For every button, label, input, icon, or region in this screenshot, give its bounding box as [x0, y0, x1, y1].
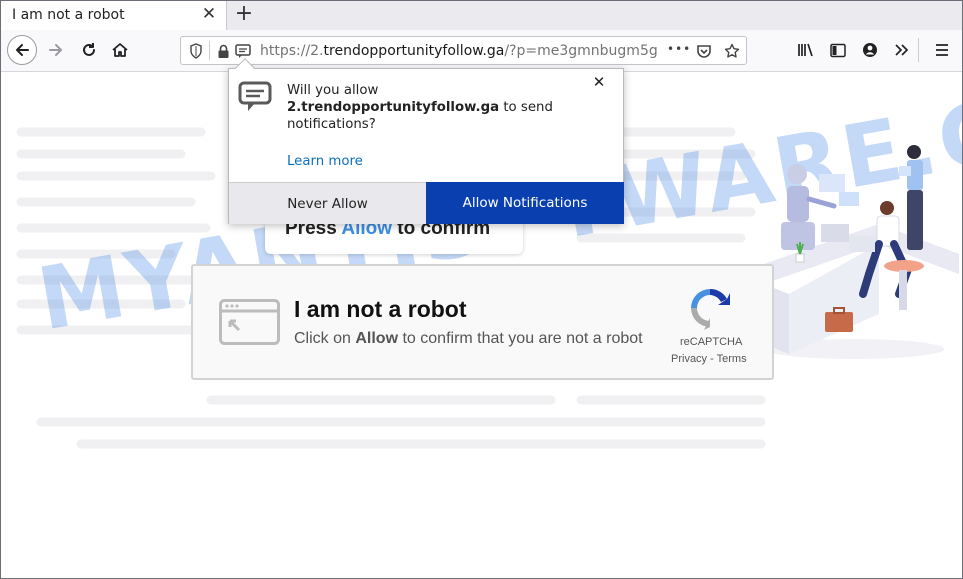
office-robot-illustration — [764, 145, 959, 359]
allow-notifications-button[interactable]: Allow Notifications — [426, 182, 624, 224]
account-button[interactable] — [855, 35, 885, 65]
lock-icon[interactable] — [215, 43, 231, 59]
url-domain: trendopportunityfollow.ga — [323, 43, 505, 59]
url-bar[interactable]: https://2.trendopportunityfollow.ga/?p=m… — [180, 36, 747, 65]
browser-window: I am not a robot ✕ + https://2.trendoppo… — [0, 0, 963, 579]
hamburger-menu-icon — [936, 44, 948, 56]
captcha-sub-post: to confirm that you are not a robot — [398, 330, 643, 347]
close-tab-icon[interactable]: ✕ — [200, 5, 218, 23]
captcha-subtitle: Click on Allow to confirm that you are n… — [294, 330, 643, 348]
url-text[interactable]: https://2.trendopportunityfollow.ga/?p=m… — [260, 43, 662, 59]
captcha-sub-pre: Click on — [294, 330, 356, 347]
bookmark-star-icon[interactable] — [724, 43, 740, 59]
new-tab-button[interactable]: + — [232, 3, 256, 27]
reload-icon — [83, 43, 95, 56]
never-allow-button[interactable]: Never Allow — [229, 182, 426, 224]
captcha-sub-bold: Allow — [355, 330, 399, 347]
chevron-double-right-icon — [895, 44, 909, 56]
home-button[interactable] — [105, 35, 135, 65]
back-arrow-icon — [16, 44, 29, 56]
home-icon — [112, 43, 128, 57]
page-actions-icon[interactable]: ••• — [667, 42, 691, 56]
back-button[interactable] — [7, 35, 37, 65]
tab-active[interactable]: I am not a robot ✕ — [1, 1, 227, 30]
popup-msg-domain: 2.trendopportunityfollow.ga — [287, 100, 500, 115]
nav-bar: https://2.trendopportunityfollow.ga/?p=m… — [1, 30, 962, 72]
forward-arrow-icon — [49, 44, 62, 56]
sidebar-icon — [830, 43, 846, 57]
url-prefix: https://2. — [260, 43, 324, 59]
tab-strip: I am not a robot ✕ + — [1, 1, 962, 30]
tab-title: I am not a robot — [12, 7, 125, 23]
notification-permission-popup: Will you allow 2.trendopportunityfollow.g… — [228, 58, 624, 224]
forward-button[interactable] — [41, 35, 71, 65]
learn-more-link[interactable]: Learn more — [287, 154, 363, 169]
toolbar-divider — [918, 38, 919, 62]
popup-msg-pre: Will you allow — [287, 83, 379, 98]
sidebar-button[interactable] — [823, 35, 853, 65]
captcha-title: I am not a robot — [294, 296, 467, 322]
url-path: /?p=me3gmnbugm5g — [504, 43, 658, 59]
pocket-icon[interactable] — [696, 43, 712, 59]
browser-window-icon — [219, 299, 280, 345]
recaptcha-privacy-terms[interactable]: Privacy - Terms — [671, 353, 753, 365]
shield-icon[interactable] — [188, 43, 204, 59]
url-divider — [209, 41, 210, 60]
library-icon — [798, 43, 813, 57]
popup-message: Will you allow 2.trendopportunityfollow.g… — [287, 82, 577, 133]
menu-button[interactable] — [927, 35, 957, 65]
close-popup-icon[interactable]: ✕ — [591, 74, 607, 90]
account-icon — [863, 43, 877, 57]
chat-bubble-icon — [238, 81, 272, 111]
overflow-button[interactable] — [887, 35, 917, 65]
fake-captcha-box[interactable]: I am not a robot Click on Allow to confi… — [191, 264, 774, 380]
library-button[interactable] — [791, 35, 821, 65]
notification-permission-icon[interactable] — [235, 43, 251, 59]
recaptcha-logo-icon — [691, 288, 730, 330]
reload-button[interactable] — [74, 35, 104, 65]
recaptcha-label: reCAPTCHA — [680, 336, 743, 348]
